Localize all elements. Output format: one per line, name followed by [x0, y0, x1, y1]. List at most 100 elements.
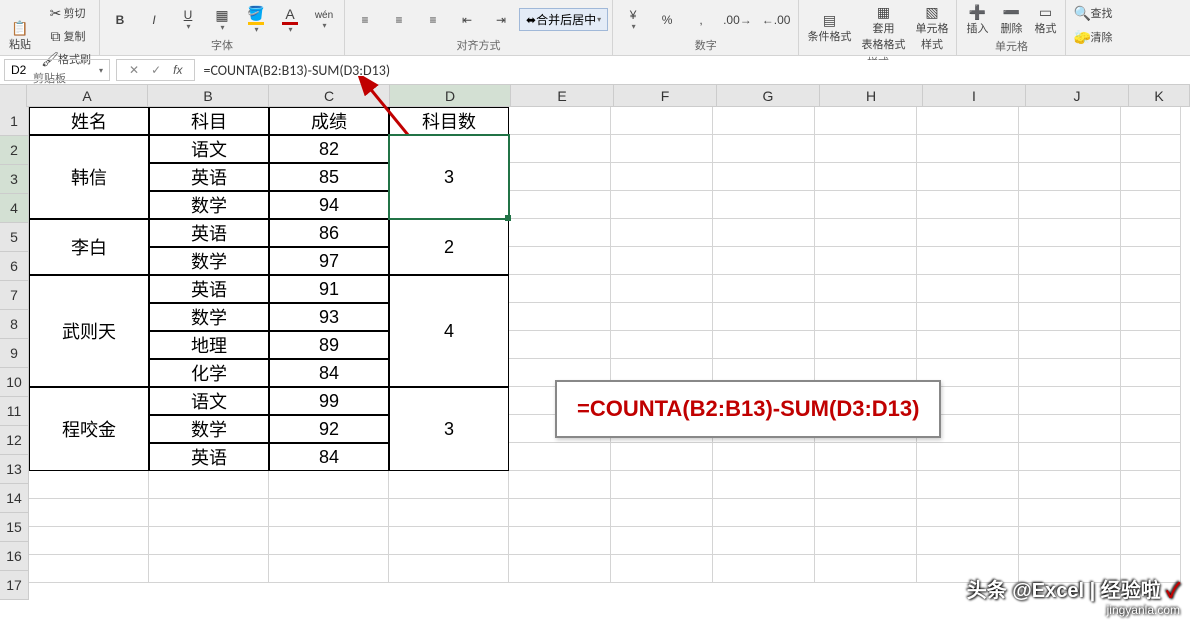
cell-B8[interactable]: 数学 — [149, 303, 269, 331]
cell-C7[interactable]: 91 — [269, 275, 389, 303]
decrease-decimal-button[interactable]: ←.00 — [758, 11, 795, 29]
row-header-15[interactable]: 15 — [0, 513, 29, 542]
cell-A2[interactable]: 韩信 — [29, 135, 149, 219]
row-header-2[interactable]: 2 — [0, 136, 29, 165]
row-header-3[interactable]: 3 — [0, 165, 29, 194]
cell-C3[interactable]: 85 — [269, 163, 389, 191]
align-left-button[interactable]: ≡ — [349, 11, 381, 29]
row-header-14[interactable]: 14 — [0, 484, 29, 513]
row-header-9[interactable]: 9 — [0, 339, 29, 368]
row-header-1[interactable]: 1 — [0, 107, 29, 136]
cell-styles-button[interactable]: ▧单元格 样式 — [911, 2, 952, 54]
cell-D1[interactable]: 科目数 — [389, 107, 509, 135]
row-header-17[interactable]: 17 — [0, 571, 29, 600]
cell-C5[interactable]: 86 — [269, 219, 389, 247]
row-header-11[interactable]: 11 — [0, 397, 29, 426]
cell-C11[interactable]: 99 — [269, 387, 389, 415]
italic-button[interactable]: I — [138, 11, 170, 29]
cell-B6[interactable]: 数学 — [149, 247, 269, 275]
cell-B12[interactable]: 数学 — [149, 415, 269, 443]
cell-B10[interactable]: 化学 — [149, 359, 269, 387]
font-color-button[interactable]: A▾ — [274, 4, 306, 36]
row-header-7[interactable]: 7 — [0, 281, 29, 310]
cell-grid[interactable]: 姓名科目成绩科目数韩信李白武则天程咬金语文82英语85数学94英语86数学97英… — [29, 107, 1181, 583]
cell-B2[interactable]: 语文 — [149, 135, 269, 163]
border-button[interactable]: ▦▾ — [206, 5, 238, 34]
bold-button[interactable]: B — [104, 11, 136, 29]
cell-C12[interactable]: 92 — [269, 415, 389, 443]
indent-dec-button[interactable]: ⇤ — [451, 11, 483, 29]
indent-inc-button[interactable]: ⇥ — [485, 11, 517, 29]
formula-input[interactable] — [197, 60, 1190, 80]
cell-A1[interactable]: 姓名 — [29, 107, 149, 135]
align-center-button[interactable]: ≡ — [383, 11, 415, 29]
column-header-D[interactable]: D — [390, 85, 511, 107]
copy-button[interactable]: ⧉复制 — [38, 25, 95, 47]
cell-B4[interactable]: 数学 — [149, 191, 269, 219]
cell-C4[interactable]: 94 — [269, 191, 389, 219]
cell-C6[interactable]: 97 — [269, 247, 389, 275]
cell-D7[interactable]: 4 — [389, 275, 509, 387]
currency-button[interactable]: ¥▾ — [617, 6, 649, 33]
cell-C8[interactable]: 93 — [269, 303, 389, 331]
table-format-button[interactable]: ▦套用 表格格式 — [857, 2, 909, 54]
cell-D2[interactable]: 3 — [389, 135, 509, 219]
row-header-12[interactable]: 12 — [0, 426, 29, 455]
phonetic-button[interactable]: wén▾ — [308, 8, 340, 32]
row-header-13[interactable]: 13 — [0, 455, 29, 484]
format-button[interactable]: ▭格式 — [1029, 2, 1061, 38]
cell-B7[interactable]: 英语 — [149, 275, 269, 303]
column-header-F[interactable]: F — [614, 85, 717, 107]
cell-A5[interactable]: 李白 — [29, 219, 149, 275]
cell-D11[interactable]: 3 — [389, 387, 509, 471]
column-header-I[interactable]: I — [923, 85, 1026, 107]
column-header-A[interactable]: A — [27, 85, 148, 107]
row-header-4[interactable]: 4 — [0, 194, 29, 223]
increase-decimal-button[interactable]: .00→ — [719, 11, 756, 29]
percent-button[interactable]: % — [651, 11, 683, 29]
merge-center-button[interactable]: ⬌ 合并后居中 ▾ — [519, 8, 608, 31]
cell-B11[interactable]: 语文 — [149, 387, 269, 415]
cell-B9[interactable]: 地理 — [149, 331, 269, 359]
column-header-B[interactable]: B — [148, 85, 269, 107]
conditional-format-button[interactable]: ▤条件格式 — [803, 10, 855, 46]
column-header-J[interactable]: J — [1026, 85, 1129, 107]
cell-B5[interactable]: 英语 — [149, 219, 269, 247]
column-header-H[interactable]: H — [820, 85, 923, 107]
cell-C1[interactable]: 成绩 — [269, 107, 389, 135]
confirm-icon[interactable]: ✓ — [151, 63, 161, 77]
row-header-5[interactable]: 5 — [0, 223, 29, 252]
column-header-C[interactable]: C — [269, 85, 390, 107]
fx-icon[interactable]: fx — [173, 63, 182, 77]
find-button[interactable]: 🔍查找 — [1070, 2, 1116, 24]
cell-A11[interactable]: 程咬金 — [29, 387, 149, 471]
clear-button[interactable]: 🧽清除 — [1070, 26, 1116, 48]
cell-D5[interactable]: 2 — [389, 219, 509, 275]
cell-A7[interactable]: 武则天 — [29, 275, 149, 387]
row-header-8[interactable]: 8 — [0, 310, 29, 339]
name-box[interactable]: D2 ▾ — [4, 59, 110, 81]
comma-button[interactable]: , — [685, 11, 717, 29]
row-header-16[interactable]: 16 — [0, 542, 29, 571]
cell-C10[interactable]: 84 — [269, 359, 389, 387]
cell-B13[interactable]: 英语 — [149, 443, 269, 471]
delete-button[interactable]: ➖删除 — [995, 2, 1027, 38]
column-header-G[interactable]: G — [717, 85, 820, 107]
align-right-button[interactable]: ≡ — [417, 11, 449, 29]
cut-button[interactable]: ✂剪切 — [38, 2, 95, 24]
cell-C13[interactable]: 84 — [269, 443, 389, 471]
column-header-E[interactable]: E — [511, 85, 614, 107]
row-header-6[interactable]: 6 — [0, 252, 29, 281]
cancel-icon[interactable]: ✕ — [129, 63, 139, 77]
cell-C2[interactable]: 82 — [269, 135, 389, 163]
fill-handle[interactable] — [505, 215, 511, 221]
cell-B3[interactable]: 英语 — [149, 163, 269, 191]
cell-B1[interactable]: 科目 — [149, 107, 269, 135]
fill-color-button[interactable]: 🪣▾ — [240, 4, 272, 36]
insert-button[interactable]: ➕插入 — [961, 2, 993, 38]
cell-C9[interactable]: 89 — [269, 331, 389, 359]
underline-button[interactable]: U▾ — [172, 6, 204, 33]
column-header-K[interactable]: K — [1129, 85, 1190, 107]
select-all-corner[interactable] — [0, 85, 27, 108]
paste-button[interactable]: 📋 粘贴 — [4, 18, 36, 54]
